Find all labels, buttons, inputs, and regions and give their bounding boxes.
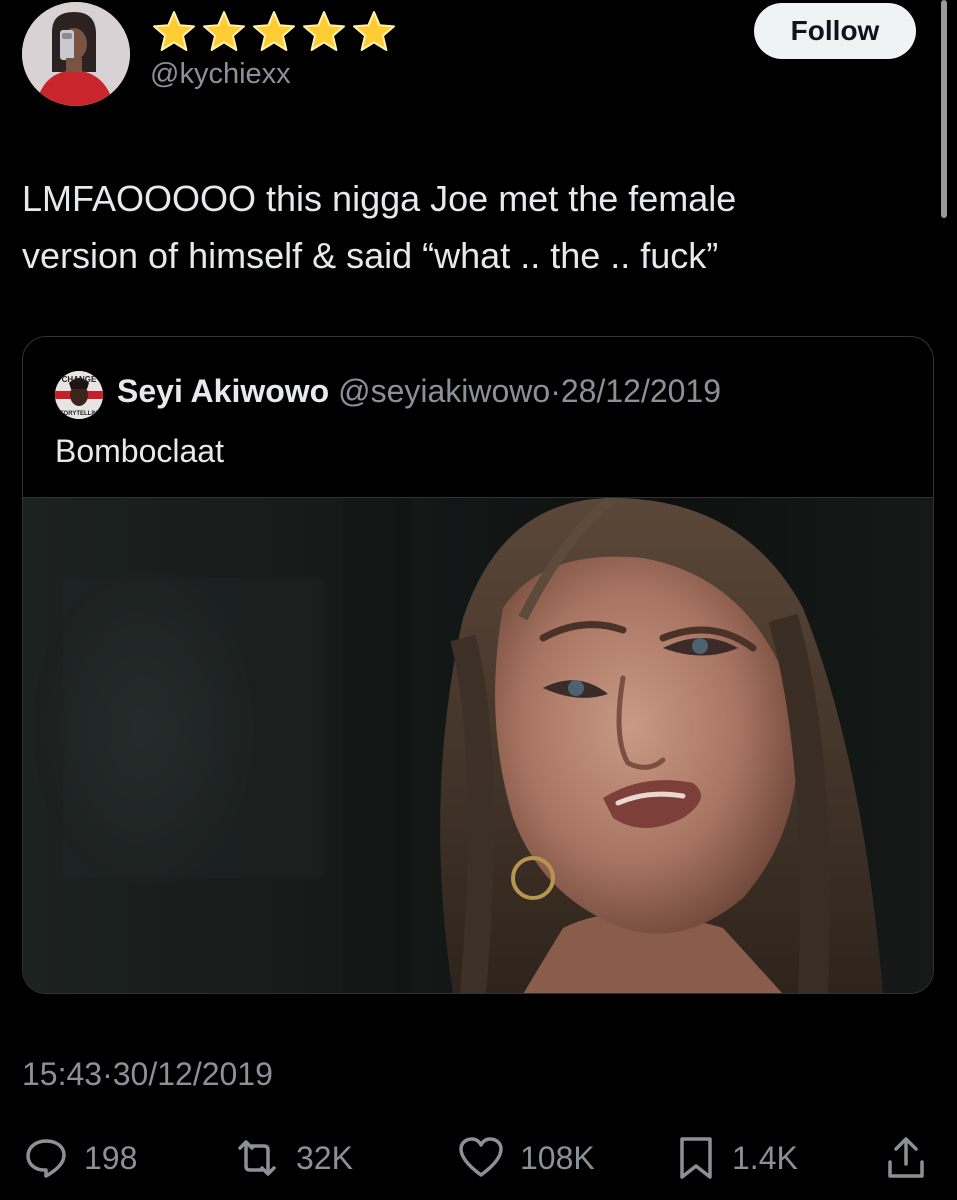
tweet-text: LMFAOOOOO this nigga Joe met the female … bbox=[22, 170, 922, 284]
bookmark-button[interactable]: 1.4K bbox=[674, 1130, 798, 1186]
quoted-tweet-card[interactable]: CHANGE STORYTELLING Seyi Akiwowo @seyiak… bbox=[22, 336, 934, 994]
star-icon bbox=[153, 11, 195, 51]
tweet-text-line: version of himself & said “what .. the .… bbox=[22, 235, 719, 276]
star-icon bbox=[253, 11, 295, 51]
quoted-author-avatar[interactable]: CHANGE STORYTELLING bbox=[55, 371, 103, 419]
author-avatar-image bbox=[22, 2, 130, 106]
quoted-author-handle[interactable]: @seyiakiwowo bbox=[338, 373, 550, 409]
share-button[interactable] bbox=[882, 1130, 930, 1186]
quoted-avatar-text-top: CHANGE bbox=[62, 375, 97, 384]
quoted-header: Seyi Akiwowo @seyiakiwowo·28/12/2019 bbox=[117, 373, 721, 410]
tweet-date: 30/12/2019 bbox=[112, 1056, 273, 1092]
quoted-author-name[interactable]: Seyi Akiwowo bbox=[117, 373, 329, 409]
action-bar: 198 32K 108K 1.4K bbox=[0, 1130, 957, 1186]
quoted-avatar-image: CHANGE STORYTELLING bbox=[55, 371, 103, 419]
author-handle[interactable]: @kychiexx bbox=[150, 58, 291, 91]
rating-stars bbox=[150, 8, 398, 56]
reply-count: 198 bbox=[84, 1139, 138, 1176]
retweet-count: 32K bbox=[296, 1139, 353, 1176]
photo-of-crying-woman bbox=[23, 494, 933, 993]
quoted-tweet-image[interactable] bbox=[23, 494, 933, 993]
heart-icon bbox=[459, 1137, 503, 1177]
reply-button[interactable]: 198 bbox=[22, 1130, 137, 1186]
bookmark-icon bbox=[680, 1137, 712, 1179]
author-avatar[interactable] bbox=[22, 2, 130, 106]
quoted-date[interactable]: 28/12/2019 bbox=[561, 373, 721, 409]
like-button[interactable]: 108K bbox=[456, 1130, 595, 1186]
star-icon bbox=[203, 11, 245, 51]
share-icon bbox=[888, 1137, 924, 1178]
quoted-tweet-text: Bomboclaat bbox=[55, 433, 224, 469]
separator-dot: · bbox=[102, 1056, 113, 1092]
star-icon bbox=[353, 11, 395, 51]
speech-bubble-icon bbox=[26, 1139, 66, 1178]
follow-button[interactable]: Follow bbox=[754, 3, 916, 59]
separator-dot: · bbox=[550, 373, 561, 409]
bookmark-count: 1.4K bbox=[732, 1139, 798, 1176]
scrollbar[interactable] bbox=[941, 0, 947, 218]
tweet-time: 15:43 bbox=[22, 1056, 103, 1092]
tweet-text-line: LMFAOOOOO this nigga Joe met the female bbox=[22, 178, 737, 219]
retweet-button[interactable]: 32K bbox=[232, 1130, 353, 1186]
retweet-icon bbox=[238, 1140, 276, 1176]
quoted-avatar-text-bottom: STORYTELLING bbox=[56, 411, 102, 417]
star-icon bbox=[303, 11, 345, 51]
tweet-timestamp[interactable]: 15:43·30/12/2019 bbox=[22, 1056, 273, 1093]
like-count: 108K bbox=[520, 1139, 595, 1176]
